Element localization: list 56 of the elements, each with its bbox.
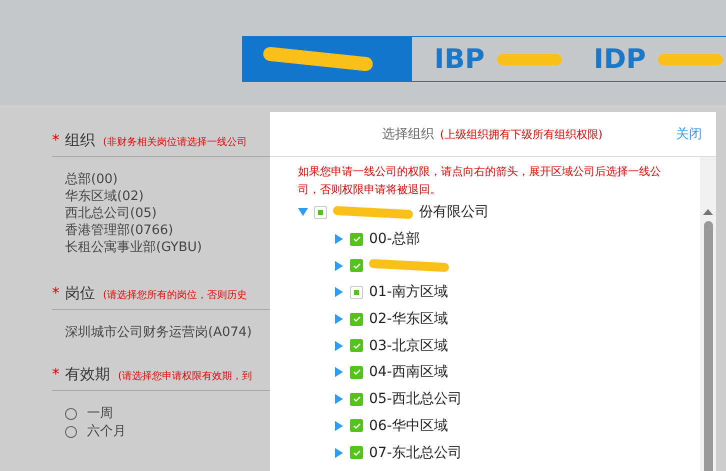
tree-node-label[interactable]: 06-华中区域 [369, 416, 448, 435]
tree-node-label[interactable]: 05-西北总公司 [369, 390, 462, 408]
selected-value: 长租公寓事业部(GYBU) [65, 239, 202, 256]
dialog-subtitle: (上级组织拥有下级所有组织权限) [440, 126, 604, 142]
required-mark: * [52, 131, 60, 149]
selected-value: 西北总公司(05) [65, 205, 157, 222]
expand-arrow-icon[interactable] [334, 260, 344, 271]
tree-checkbox[interactable] [350, 366, 363, 379]
selected-value: 总部(00) [65, 171, 118, 188]
redaction-mark [496, 54, 562, 64]
tree-checkbox[interactable] [350, 419, 363, 432]
field-hint: (请选择您申请权限有效期，到 [118, 370, 252, 383]
tree-node-label[interactable]: 07-东北总公司 [369, 444, 462, 462]
expand-arrow-icon[interactable] [298, 207, 308, 218]
expand-arrow-icon[interactable] [334, 287, 344, 298]
system-logo: IBP [434, 44, 485, 74]
expand-arrow-icon[interactable] [334, 314, 344, 324]
tree-checkbox[interactable] [350, 312, 363, 326]
required-mark: * [52, 365, 60, 383]
redaction-mark [658, 54, 723, 64]
expand-arrow-icon[interactable] [334, 234, 344, 244]
field-hint: (非财务相关岗位请选择一线公司 [103, 136, 247, 149]
tree-checkbox[interactable] [350, 259, 363, 272]
expand-arrow-icon[interactable] [334, 367, 344, 378]
field-label: 组织 [65, 131, 95, 150]
tree-checkbox[interactable] [350, 286, 363, 299]
expand-arrow-icon[interactable] [334, 394, 344, 404]
selected-value: 深圳城市公司财务运营岗(A074) [65, 324, 252, 341]
system-logo: IDP [594, 44, 646, 74]
tree-node-label[interactable]: 01-南方区域 [369, 283, 448, 302]
field-label: 岗位 [65, 284, 95, 303]
system-tab[interactable] [243, 37, 412, 81]
selected-value: 华东区域(02) [65, 188, 144, 205]
tree-checkbox[interactable] [350, 339, 363, 352]
tree-node-label[interactable]: 03-北京区域 [369, 336, 448, 355]
selected-value: 香港管理部(0766) [65, 222, 174, 239]
tree-node-label[interactable]: 份有限公司 [419, 203, 489, 222]
tree-node-label[interactable]: 02-华东区域 [369, 310, 448, 328]
radio-option[interactable]: 六个月 [65, 423, 126, 441]
tree-node-label[interactable]: 04-西南区域 [369, 363, 448, 382]
scrollbar[interactable] [700, 157, 716, 471]
tree-checkbox[interactable] [350, 392, 363, 406]
field-label: 有效期 [65, 365, 110, 384]
expand-arrow-icon[interactable] [334, 448, 344, 458]
tree-node-label[interactable]: 00-总部 [369, 230, 420, 248]
field-hint: (请选择您所有的岗位，否则历史 [103, 288, 247, 302]
notice-text: 如果您申请一线公司的权限，请点向右的箭头，展开区域公司后选择一线公司，否则权限申请将被退回。 [298, 164, 662, 198]
scroll-up-icon[interactable] [703, 209, 713, 215]
radio-option[interactable]: 一周 [65, 405, 113, 423]
expand-arrow-icon[interactable] [334, 420, 344, 431]
tree-checkbox[interactable] [350, 232, 363, 246]
tree-checkbox[interactable] [350, 446, 363, 460]
dialog-title: 选择组织 [382, 126, 434, 143]
required-mark: * [52, 284, 60, 302]
tree-checkbox[interactable] [314, 206, 327, 219]
expand-arrow-icon[interactable] [334, 340, 344, 351]
